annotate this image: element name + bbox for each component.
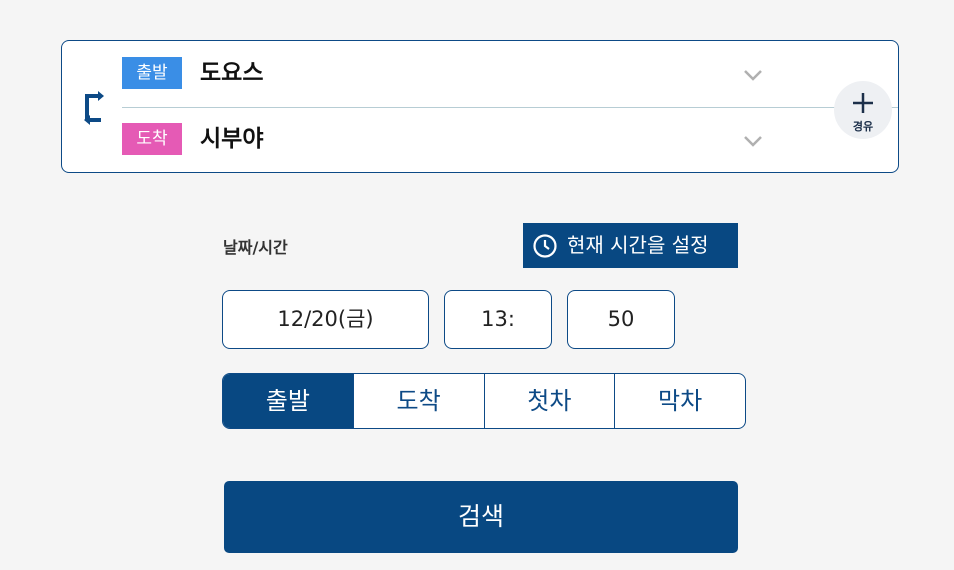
departure-station[interactable]: 도요스 bbox=[200, 57, 263, 89]
datetime-label: 날짜/시간 bbox=[223, 238, 288, 257]
add-via-button[interactable]: 경유 bbox=[834, 81, 892, 139]
arrival-row[interactable]: 도착 시부야 bbox=[122, 123, 772, 157]
plus-icon bbox=[853, 93, 873, 113]
mode-tabs: 출발 도착 첫차 막차 bbox=[222, 373, 746, 429]
arrival-tag: 도착 bbox=[122, 123, 182, 155]
hour-field[interactable]: 13: bbox=[444, 290, 552, 349]
chevron-down-icon[interactable] bbox=[743, 69, 763, 81]
divider bbox=[122, 107, 898, 108]
departure-row[interactable]: 출발 도요스 bbox=[122, 57, 772, 91]
via-label: 경유 bbox=[852, 120, 874, 133]
set-current-time-label: 현재 시간을 설정 bbox=[567, 233, 709, 257]
arrival-station[interactable]: 시부야 bbox=[200, 123, 263, 155]
tab-arrival[interactable]: 도착 bbox=[352, 374, 484, 428]
date-field[interactable]: 12/20(금) bbox=[222, 290, 429, 349]
set-current-time-button[interactable]: 현재 시간을 설정 bbox=[523, 223, 738, 268]
departure-tag: 출발 bbox=[122, 57, 182, 89]
tab-departure[interactable]: 출발 bbox=[223, 374, 353, 428]
search-button[interactable]: 검색 bbox=[224, 481, 738, 553]
route-box: 출발 도요스 도착 시부야 경유 bbox=[61, 40, 899, 173]
swap-icon[interactable] bbox=[82, 87, 106, 129]
clock-icon bbox=[533, 234, 557, 258]
tab-last-train[interactable]: 막차 bbox=[614, 374, 745, 428]
minute-field[interactable]: 50 bbox=[567, 290, 675, 349]
chevron-down-icon[interactable] bbox=[743, 135, 763, 147]
tab-first-train[interactable]: 첫차 bbox=[483, 374, 615, 428]
